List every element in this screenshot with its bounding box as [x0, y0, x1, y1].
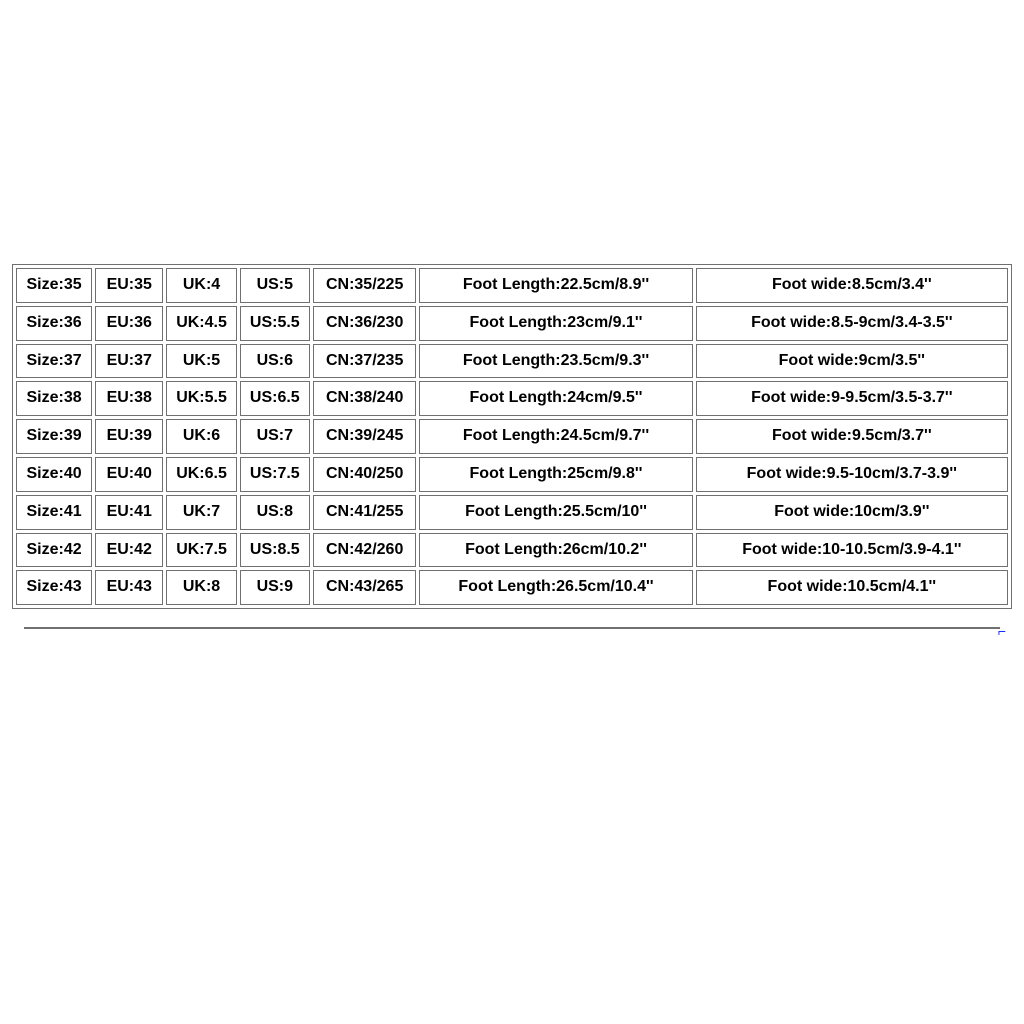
cell-uk: UK:5 — [166, 344, 236, 379]
cell-us: US:6.5 — [240, 381, 310, 416]
size-table: Size:35EU:35UK:4US:5CN:35/225Foot Length… — [12, 264, 1012, 609]
cell-wide: Foot wide:9cm/3.5'' — [696, 344, 1008, 379]
cell-uk: UK:7 — [166, 495, 236, 530]
cell-wide: Foot wide:10.5cm/4.1'' — [696, 570, 1008, 605]
cell-size: Size:40 — [16, 457, 92, 492]
cell-len: Foot Length:25cm/9.8'' — [419, 457, 692, 492]
cell-size: Size:43 — [16, 570, 92, 605]
cell-cn: CN:38/240 — [313, 381, 416, 416]
cell-eu: EU:35 — [95, 268, 163, 303]
cell-size: Size:35 — [16, 268, 92, 303]
cell-cn: CN:43/265 — [313, 570, 416, 605]
table-row: Size:40EU:40UK:6.5US:7.5CN:40/250Foot Le… — [16, 457, 1008, 492]
cell-len: Foot Length:25.5cm/10'' — [419, 495, 692, 530]
bottom-rule — [24, 627, 1000, 629]
cell-size: Size:39 — [16, 419, 92, 454]
cell-cn: CN:36/230 — [313, 306, 416, 341]
cell-us: US:7.5 — [240, 457, 310, 492]
table-row: Size:35EU:35UK:4US:5CN:35/225Foot Length… — [16, 268, 1008, 303]
cell-wide: Foot wide:9.5cm/3.7'' — [696, 419, 1008, 454]
cell-uk: UK:6.5 — [166, 457, 236, 492]
size-table-wrap: Size:35EU:35UK:4US:5CN:35/225Foot Length… — [12, 264, 1012, 609]
cell-size: Size:41 — [16, 495, 92, 530]
table-row: Size:41EU:41UK:7US:8CN:41/255Foot Length… — [16, 495, 1008, 530]
cell-uk: UK:4 — [166, 268, 236, 303]
cell-cn: CN:35/225 — [313, 268, 416, 303]
cell-uk: UK:5.5 — [166, 381, 236, 416]
table-row: Size:42EU:42UK:7.5US:8.5CN:42/260Foot Le… — [16, 533, 1008, 568]
cell-len: Foot Length:24.5cm/9.7'' — [419, 419, 692, 454]
cell-us: US:7 — [240, 419, 310, 454]
table-row: Size:38EU:38UK:5.5US:6.5CN:38/240Foot Le… — [16, 381, 1008, 416]
cell-cn: CN:37/235 — [313, 344, 416, 379]
cell-wide: Foot wide:10-10.5cm/3.9-4.1'' — [696, 533, 1008, 568]
cell-len: Foot Length:23.5cm/9.3'' — [419, 344, 692, 379]
table-row: Size:39EU:39UK:6US:7CN:39/245Foot Length… — [16, 419, 1008, 454]
cell-us: US:5.5 — [240, 306, 310, 341]
caret-mark: ⌐ — [998, 623, 1006, 639]
cell-eu: EU:43 — [95, 570, 163, 605]
cell-eu: EU:40 — [95, 457, 163, 492]
cell-wide: Foot wide:10cm/3.9'' — [696, 495, 1008, 530]
cell-size: Size:38 — [16, 381, 92, 416]
table-row: Size:37EU:37UK:5US:6CN:37/235Foot Length… — [16, 344, 1008, 379]
cell-us: US:5 — [240, 268, 310, 303]
cell-len: Foot Length:23cm/9.1'' — [419, 306, 692, 341]
cell-size: Size:42 — [16, 533, 92, 568]
cell-eu: EU:41 — [95, 495, 163, 530]
cell-eu: EU:36 — [95, 306, 163, 341]
cell-size: Size:36 — [16, 306, 92, 341]
cell-cn: CN:40/250 — [313, 457, 416, 492]
cell-eu: EU:42 — [95, 533, 163, 568]
cell-len: Foot Length:26.5cm/10.4'' — [419, 570, 692, 605]
table-row: Size:36EU:36UK:4.5US:5.5CN:36/230Foot Le… — [16, 306, 1008, 341]
cell-wide: Foot wide:8.5-9cm/3.4-3.5'' — [696, 306, 1008, 341]
cell-uk: UK:6 — [166, 419, 236, 454]
cell-cn: CN:41/255 — [313, 495, 416, 530]
cell-us: US:9 — [240, 570, 310, 605]
cell-eu: EU:38 — [95, 381, 163, 416]
cell-uk: UK:7.5 — [166, 533, 236, 568]
cell-us: US:6 — [240, 344, 310, 379]
cell-cn: CN:39/245 — [313, 419, 416, 454]
cell-len: Foot Length:22.5cm/8.9'' — [419, 268, 692, 303]
cell-len: Foot Length:26cm/10.2'' — [419, 533, 692, 568]
cell-cn: CN:42/260 — [313, 533, 416, 568]
cell-len: Foot Length:24cm/9.5'' — [419, 381, 692, 416]
cell-eu: EU:39 — [95, 419, 163, 454]
cell-size: Size:37 — [16, 344, 92, 379]
cell-uk: UK:4.5 — [166, 306, 236, 341]
cell-wide: Foot wide:9-9.5cm/3.5-3.7'' — [696, 381, 1008, 416]
cell-us: US:8 — [240, 495, 310, 530]
cell-us: US:8.5 — [240, 533, 310, 568]
table-row: Size:43EU:43UK:8US:9CN:43/265Foot Length… — [16, 570, 1008, 605]
cell-wide: Foot wide:9.5-10cm/3.7-3.9'' — [696, 457, 1008, 492]
cell-uk: UK:8 — [166, 570, 236, 605]
cell-eu: EU:37 — [95, 344, 163, 379]
cell-wide: Foot wide:8.5cm/3.4'' — [696, 268, 1008, 303]
